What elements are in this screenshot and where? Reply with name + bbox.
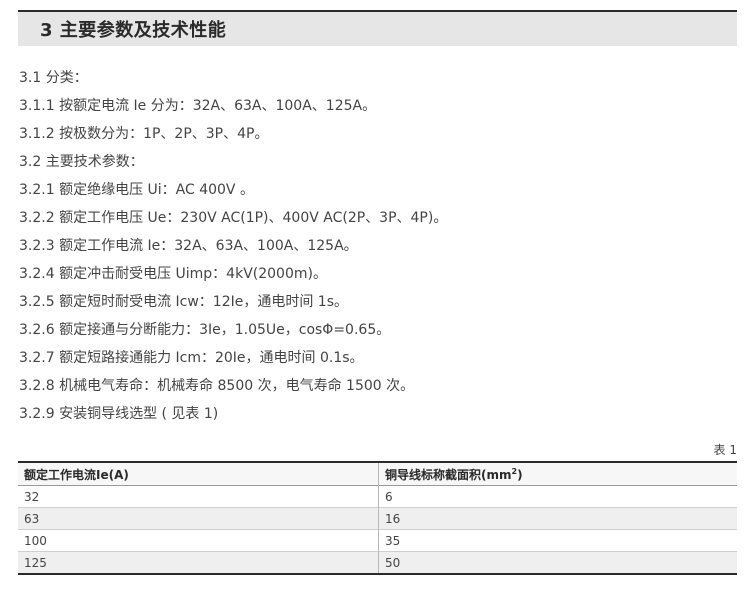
param-line: 3.2.1 额定绝缘电压 Ui：AC 400V 。 xyxy=(19,182,254,198)
param-line: 3.2.7 额定短路接通能力 Icm：20Ie，通电时间 0.1s。 xyxy=(19,350,364,366)
header-wire-section: 铜导线标称截面积(mm2) xyxy=(378,462,737,486)
table-row: 32 6 xyxy=(18,485,737,508)
table-row: 63 16 xyxy=(18,507,737,530)
param-line: 3.2.5 额定短时耐受电流 Icw：12Ie，通电时间 1s。 xyxy=(19,294,349,310)
section-header: 3 主要参数及技术性能 xyxy=(18,10,737,46)
param-line: 3.2.9 安装铜导线选型 ( 见表 1) xyxy=(19,406,219,422)
param-line: 3.2.2 额定工作电压 Ue：230V AC(1P)、400V AC(2P、3… xyxy=(19,210,448,226)
table-row: 100 35 xyxy=(18,529,737,552)
cell-section: 16 xyxy=(385,511,401,526)
table-caption: 表 1 xyxy=(713,443,737,457)
cell-section: 35 xyxy=(385,533,401,548)
table-row: 125 50 xyxy=(18,551,737,574)
cell-current: 32 xyxy=(18,485,379,508)
param-line: 3.2.6 额定接通与分断能力：3Ie，1.05Ue，cosΦ=0.65。 xyxy=(19,322,391,338)
cell-section: 6 xyxy=(385,489,393,504)
wire-selection-table: 额定工作电流Ie(A) 铜导线标称截面积(mm2) 32 6 63 16 100… xyxy=(18,461,737,575)
cell-current: 125 xyxy=(18,551,379,574)
param-line: 3.2.8 机械电气寿命：机械寿命 8500 次，电气寿命 1500 次。 xyxy=(19,378,415,394)
param-line: 3.2.4 额定冲击耐受电压 Uimp：4kV(2000m)。 xyxy=(19,266,327,282)
header-rated-current: 额定工作电流Ie(A) xyxy=(18,462,379,486)
param-line: 3.1 分类： xyxy=(19,70,88,86)
param-line: 3.2.3 额定工作电流 Ie：32A、63A、100A、125A。 xyxy=(19,238,358,254)
parameter-list: 3.1 分类： 3.1.1 按额定电流 Ie 分为：32A、63A、100A、1… xyxy=(19,64,734,428)
cell-current: 63 xyxy=(18,507,379,530)
table-header-row: 额定工作电流Ie(A) 铜导线标称截面积(mm2) xyxy=(18,462,737,486)
param-line: 3.2 主要技术参数： xyxy=(19,154,144,170)
cell-current: 100 xyxy=(18,529,379,552)
cell-section: 50 xyxy=(385,555,401,570)
param-line: 3.1.2 按极数分为：1P、2P、3P、4P。 xyxy=(19,126,269,142)
param-line: 3.1.1 按额定电流 Ie 分为：32A、63A、100A、125A。 xyxy=(19,98,377,114)
section-title: 3 主要参数及技术性能 xyxy=(40,20,227,41)
